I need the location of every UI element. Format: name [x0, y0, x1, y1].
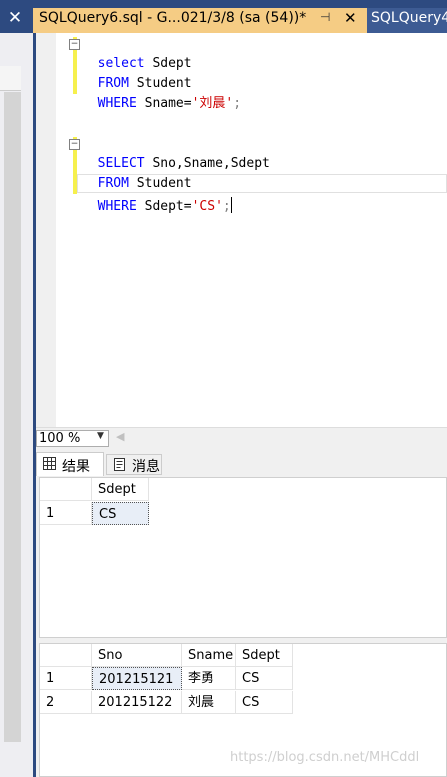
grid-icon: [43, 457, 56, 470]
zoom-value: 100 %: [39, 431, 81, 446]
code-line: FROM Student: [82, 54, 192, 91]
tab-results[interactable]: 结果: [36, 452, 104, 476]
grid-corner: [40, 644, 92, 667]
grid-cell[interactable]: CS: [236, 691, 293, 714]
tab-sqlquery4[interactable]: SQLQuery4: [367, 8, 447, 33]
close-icon[interactable]: ✕: [0, 5, 30, 31]
tab-label: 消息: [132, 459, 160, 475]
code-line: WHERE Sname='刘晨';: [82, 74, 241, 111]
zoom-dropdown[interactable]: 100 % ▼: [36, 430, 109, 447]
editor-gutter: [36, 33, 56, 427]
code-line: FROM Student: [82, 154, 192, 191]
results-grid-1[interactable]: Sdept 1 CS: [39, 477, 447, 638]
tab-title: SQLQuery4: [371, 10, 447, 26]
sql-punctuation: ;: [233, 96, 242, 111]
message-icon: [114, 458, 125, 471]
scroll-left-icon[interactable]: ◀: [116, 430, 124, 443]
row-number[interactable]: 1: [40, 667, 92, 690]
collapse-icon[interactable]: −: [69, 139, 80, 150]
row-number[interactable]: 2: [40, 691, 92, 714]
scrollbar[interactable]: [4, 92, 21, 742]
code-line: WHERE Sdept='CS';: [82, 174, 232, 214]
pin-icon[interactable]: ⊣: [320, 10, 330, 24]
sql-string: '刘晨': [191, 96, 234, 111]
column-header[interactable]: Sdept: [236, 644, 293, 667]
tab-messages[interactable]: 消息: [106, 454, 162, 475]
column-header[interactable]: Sno: [92, 644, 182, 667]
watermark: https://blog.csdn.net/MHCddl: [230, 750, 420, 765]
grid-cell[interactable]: 201215122: [92, 691, 182, 714]
sql-text: Sname=: [136, 96, 192, 111]
grid-cell[interactable]: CS: [92, 502, 149, 525]
grid-cell[interactable]: 刘晨: [182, 691, 236, 714]
tab-sqlquery6[interactable]: SQLQuery6.sql - G...021/3/8 (sa (54))* ⊣…: [33, 8, 367, 33]
panel-splitter[interactable]: [21, 33, 33, 777]
collapse-icon[interactable]: −: [69, 39, 80, 50]
code-line: select Sdept: [82, 34, 192, 71]
code-line: SELECT Sno,Sname,Sdept: [82, 134, 270, 171]
results-tab-strip: 结果 消息: [36, 449, 447, 477]
sql-keyword: WHERE: [97, 96, 137, 111]
text-caret: [230, 197, 232, 213]
grid-cell[interactable]: 李勇: [182, 667, 236, 690]
sql-punctuation: ;: [222, 199, 231, 214]
panel-header: [0, 66, 21, 91]
zoom-bar: 100 % ▼ ◀: [36, 427, 447, 450]
grid-corner: [40, 478, 92, 501]
column-header[interactable]: Sdept: [92, 478, 149, 501]
grid-cell[interactable]: 201215121: [92, 667, 182, 690]
column-header[interactable]: Sname: [182, 644, 236, 667]
tab-title: SQLQuery6.sql - G...021/3/8 (sa (54))*: [39, 10, 307, 26]
sql-string: 'CS': [191, 199, 223, 214]
chevron-down-icon: ▼: [97, 431, 104, 441]
close-icon[interactable]: ✕: [344, 9, 357, 27]
row-number[interactable]: 1: [40, 502, 92, 525]
sql-text: Sdept=: [136, 199, 192, 214]
grid-cell[interactable]: CS: [236, 667, 293, 690]
sql-keyword: WHERE: [97, 199, 137, 214]
tab-label: 结果: [62, 459, 90, 475]
